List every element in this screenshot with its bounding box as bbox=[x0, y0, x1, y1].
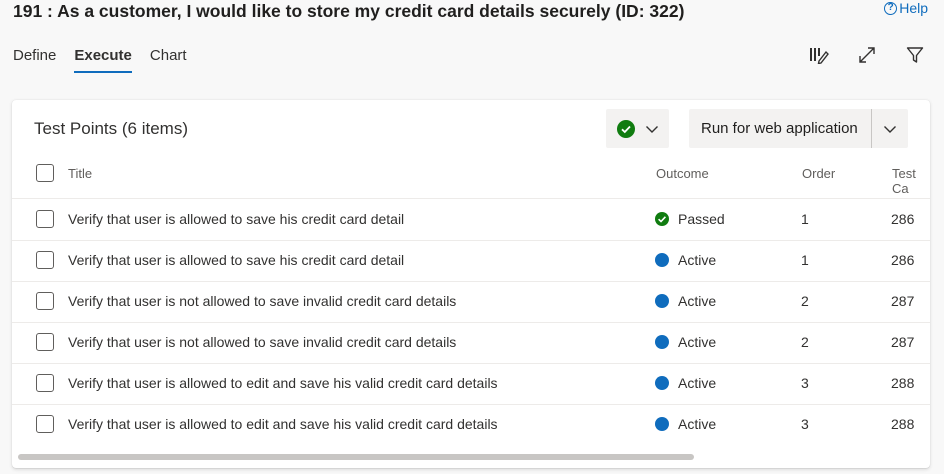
active-status-icon bbox=[655, 376, 669, 390]
test-points-panel: Test Points (6 items) Run for web applic… bbox=[12, 100, 930, 468]
active-status-icon bbox=[655, 294, 669, 308]
row-order: 1 bbox=[801, 211, 809, 227]
help-circle-icon: ? bbox=[884, 1, 898, 15]
chevron-down-icon bbox=[884, 125, 896, 133]
row-test-case[interactable]: 286 bbox=[891, 211, 914, 227]
row-test-case[interactable]: 288 bbox=[891, 416, 914, 432]
run-button-label: Run for web application bbox=[701, 120, 858, 137]
row-test-case[interactable]: 286 bbox=[891, 252, 914, 268]
column-options-icon[interactable] bbox=[808, 44, 830, 66]
row-outcome: Active bbox=[678, 293, 717, 309]
tab-chart[interactable]: Chart bbox=[150, 47, 187, 73]
active-status-icon bbox=[655, 253, 669, 267]
row-checkbox[interactable] bbox=[36, 333, 54, 351]
row-divider bbox=[12, 322, 930, 323]
horizontal-scrollbar[interactable] bbox=[18, 454, 694, 460]
passed-icon bbox=[655, 212, 669, 226]
tab-execute[interactable]: Execute bbox=[74, 47, 132, 73]
row-outcome: Active bbox=[678, 252, 717, 268]
page-title: 191 : As a customer, I would like to sto… bbox=[13, 1, 685, 21]
row-title[interactable]: Verify that user is allowed to edit and … bbox=[68, 416, 498, 432]
help-link[interactable]: ? Help bbox=[884, 0, 928, 16]
help-label: Help bbox=[899, 0, 928, 16]
row-divider bbox=[12, 281, 930, 282]
row-order: 3 bbox=[801, 375, 809, 391]
row-test-case[interactable]: 287 bbox=[891, 293, 914, 309]
chevron-down-icon bbox=[645, 125, 658, 133]
row-checkbox[interactable] bbox=[36, 415, 54, 433]
row-outcome: Passed bbox=[678, 211, 725, 227]
run-for-web-app-button[interactable]: Run for web application bbox=[689, 109, 908, 148]
column-header-title[interactable]: Title bbox=[68, 166, 92, 181]
row-order: 2 bbox=[801, 293, 809, 309]
panel-title: Test Points (6 items) bbox=[34, 119, 188, 138]
active-status-icon bbox=[655, 335, 669, 349]
row-order: 1 bbox=[801, 252, 809, 268]
tab-define[interactable]: Define bbox=[13, 47, 56, 73]
row-divider bbox=[12, 404, 930, 405]
column-header-order[interactable]: Order bbox=[802, 166, 835, 181]
row-outcome: Active bbox=[678, 334, 717, 350]
row-title[interactable]: Verify that user is allowed to edit and … bbox=[68, 375, 498, 391]
row-test-case[interactable]: 288 bbox=[891, 375, 914, 391]
row-divider bbox=[12, 240, 930, 241]
row-checkbox[interactable] bbox=[36, 210, 54, 228]
expand-icon[interactable] bbox=[856, 44, 878, 66]
row-test-case[interactable]: 287 bbox=[891, 334, 914, 350]
toolbar bbox=[808, 44, 926, 66]
outcome-dropdown[interactable] bbox=[606, 109, 669, 148]
check-circle-icon bbox=[616, 119, 635, 138]
filter-icon[interactable] bbox=[904, 44, 926, 66]
row-outcome: Active bbox=[678, 416, 717, 432]
tab-bar: Define Execute Chart bbox=[13, 47, 187, 73]
row-checkbox[interactable] bbox=[36, 251, 54, 269]
row-checkbox[interactable] bbox=[36, 292, 54, 310]
column-header-test-case[interactable]: Test Ca bbox=[892, 166, 930, 196]
row-order: 3 bbox=[801, 416, 809, 432]
select-all-checkbox[interactable] bbox=[36, 164, 54, 182]
row-divider bbox=[12, 363, 930, 364]
row-title[interactable]: Verify that user is not allowed to save … bbox=[68, 334, 456, 350]
row-title[interactable]: Verify that user is not allowed to save … bbox=[68, 293, 456, 309]
row-outcome: Active bbox=[678, 375, 717, 391]
run-options-dropdown[interactable] bbox=[872, 109, 908, 148]
row-divider bbox=[12, 198, 930, 199]
row-title[interactable]: Verify that user is allowed to save his … bbox=[68, 211, 404, 227]
row-order: 2 bbox=[801, 334, 809, 350]
row-title[interactable]: Verify that user is allowed to save his … bbox=[68, 252, 404, 268]
row-checkbox[interactable] bbox=[36, 374, 54, 392]
column-header-outcome[interactable]: Outcome bbox=[656, 166, 709, 181]
active-status-icon bbox=[655, 417, 669, 431]
